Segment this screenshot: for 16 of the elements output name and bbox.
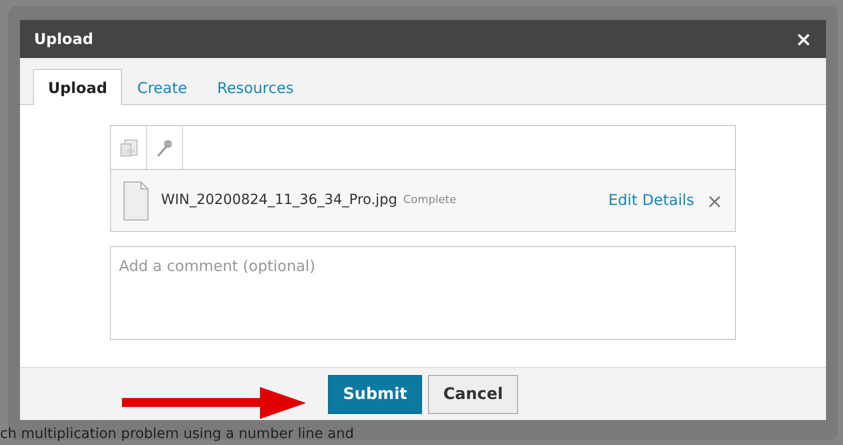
background-text: ch multiplication problem using a number line and [0, 426, 354, 443]
documents-icon [118, 138, 140, 158]
dialog-title: Upload [34, 28, 94, 50]
tab[interactable]: Create [122, 68, 202, 105]
submit-button[interactable]: Submit [328, 374, 422, 414]
remove-button[interactable]: × [706, 190, 723, 210]
close-button[interactable]: × [795, 29, 812, 49]
comment-field[interactable]: Add a comment (optional) [110, 246, 736, 340]
file-name: WIN_20200824_11_36_34_Pro.jpg [161, 191, 398, 210]
edit-details-link[interactable]: Edit Details [608, 189, 694, 212]
cancel-button[interactable]: Cancel [428, 374, 518, 414]
file-status: Complete [403, 192, 456, 208]
file-icon [123, 180, 149, 220]
tab[interactable]: Upload [33, 68, 122, 105]
tab[interactable]: Resources [202, 68, 309, 105]
microphone-icon [154, 138, 174, 158]
